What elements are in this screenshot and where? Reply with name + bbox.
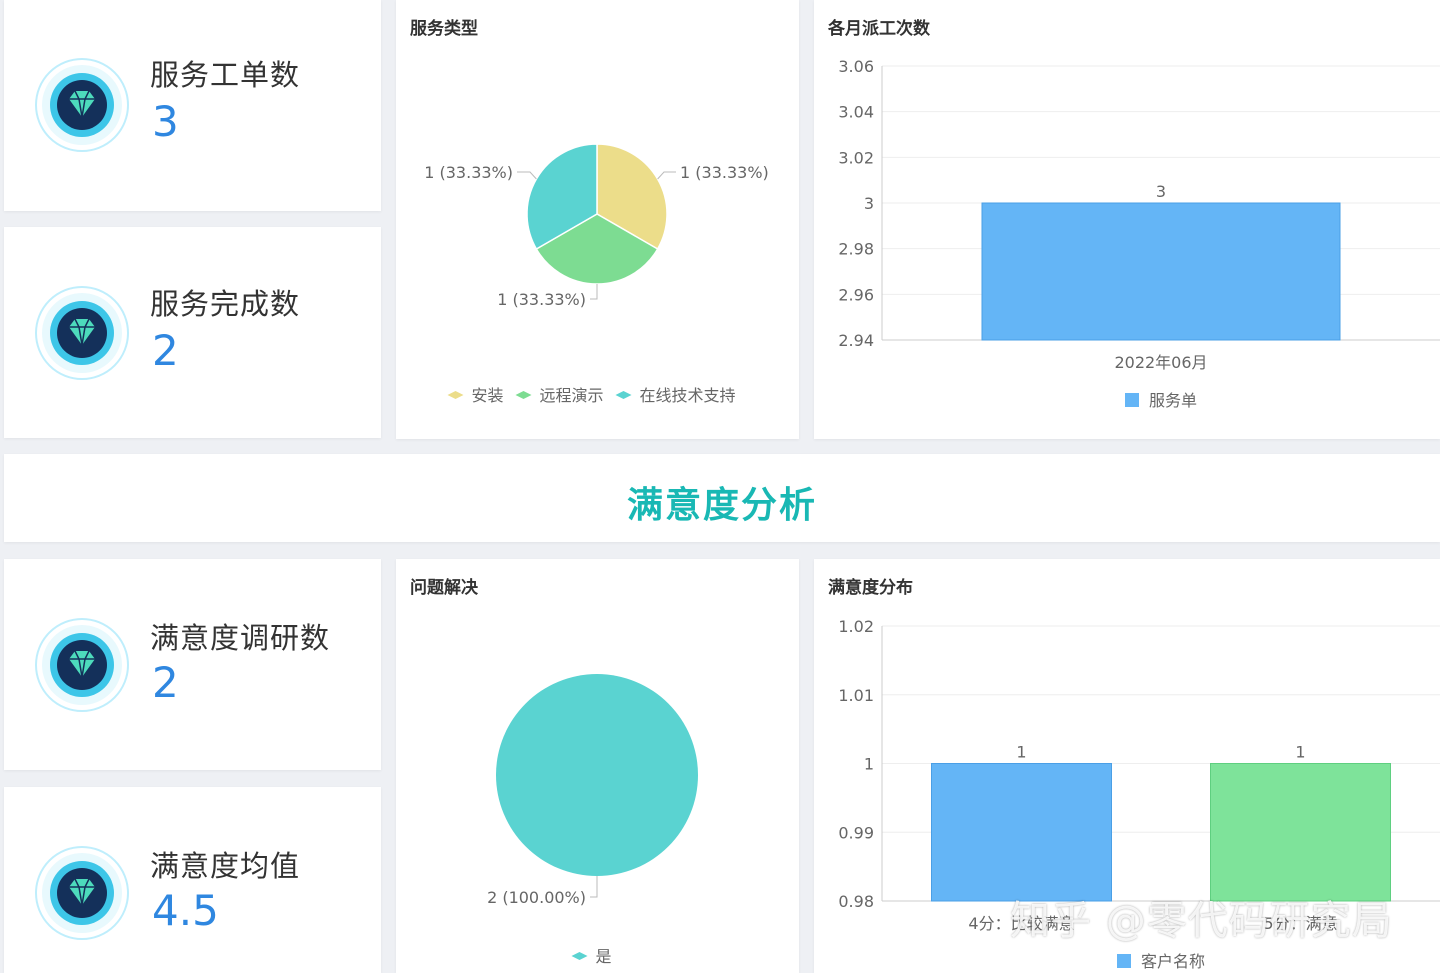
resolution-pie-chart: 2 (100.00%) 是	[487, 674, 698, 966]
diamond-icon	[35, 618, 129, 712]
kpi-title: 服务工单数	[150, 58, 301, 92]
y-tick-label: 3.02	[838, 148, 874, 167]
kpi-title: 满意度均值	[150, 849, 301, 883]
section-title: 满意度分析	[626, 485, 817, 526]
y-tick-label: 2.98	[838, 240, 874, 259]
data-label: 1	[1295, 743, 1305, 762]
legend-marker	[447, 391, 464, 399]
kpi-value: 2	[152, 326, 179, 375]
y-tick-label: 2.96	[838, 285, 874, 304]
bar[interactable]	[931, 763, 1112, 902]
legend-label[interactable]: 安装	[472, 386, 504, 405]
legend-marker	[1125, 393, 1139, 407]
kpi-card-average: 满意度均值 4.5	[4, 787, 381, 973]
bar[interactable]	[1210, 763, 1391, 902]
data-label: 1 (33.33%)	[497, 290, 586, 309]
kpi-title: 满意度调研数	[150, 621, 331, 655]
monthly-dispatch-bar-chart: 3.06 3.04 3.02 3 2.98 2.96 2.94 3 2022年06月服务单	[838, 57, 1440, 410]
legend-label[interactable]: 客户名称	[1141, 952, 1205, 971]
data-label: 1 (33.33%)	[424, 163, 513, 182]
y-tick-label: 1	[864, 755, 874, 774]
section-banner: 满意度分析	[4, 454, 1440, 542]
x-tick-label: 2022年06月	[1114, 353, 1207, 372]
label-leader-line	[590, 284, 598, 300]
kpi-card-surveys: 满意度调研数 2	[4, 559, 381, 770]
kpi-card-completed: 服务完成数 2	[4, 227, 381, 438]
diamond-icon	[35, 846, 129, 940]
legend-marker	[571, 952, 588, 960]
data-label: 1 (33.33%)	[680, 163, 769, 182]
legend-label[interactable]: 远程演示	[540, 386, 604, 405]
legend-marker	[515, 391, 532, 399]
y-tick-label: 3	[864, 194, 874, 213]
monthly-dispatch-card: 各月派工次数 3.06 3.04 3.02 3 2.98 2.96 2.94 3 2022年06…	[814, 0, 1440, 439]
label-leader-line	[590, 876, 598, 898]
y-tick-label: 3.06	[838, 57, 874, 76]
bar[interactable]	[981, 202, 1341, 341]
kpi-card-orders: 服务工单数 3	[4, 0, 381, 211]
y-tick-label: 0.99	[838, 823, 874, 842]
y-tick-label: 1.01	[838, 686, 874, 705]
diamond-icon	[35, 58, 129, 152]
data-label: 3	[1156, 182, 1166, 201]
y-tick-label: 3.04	[838, 103, 874, 122]
legend-marker	[1117, 954, 1131, 968]
watermark: 知乎 @零代码研究局	[1010, 898, 1393, 944]
kpi-value: 4.5	[152, 886, 219, 935]
service-type-pie-chart: 1 (33.33%) 1 (33.33%) 1 (33.33%) 安装 远程演示 在线技术…	[424, 143, 769, 405]
kpi-value: 3	[152, 97, 179, 146]
legend-label[interactable]: 在线技术支持	[640, 386, 736, 405]
y-tick-label: 0.98	[838, 892, 874, 911]
kpi-value: 2	[152, 658, 179, 707]
resolution-card: 问题解决 2 (100.00%) 是	[396, 559, 799, 973]
y-tick-label: 2.94	[838, 331, 874, 350]
legend-marker	[615, 391, 632, 399]
label-leader-line	[517, 171, 537, 180]
label-leader-line	[657, 171, 676, 180]
legend-label[interactable]: 服务单	[1149, 391, 1197, 410]
y-tick-label: 1.02	[838, 617, 874, 636]
diamond-icon	[35, 286, 129, 380]
legend-label[interactable]: 是	[596, 947, 612, 966]
pie-slice[interactable]	[496, 674, 698, 876]
service-type-card: 服务类型 1 (33.33%) 1 (33.33%) 1 (33.33%) 安装 远程演…	[396, 0, 799, 439]
data-label: 2 (100.00%)	[487, 888, 586, 907]
data-label: 1	[1016, 743, 1026, 762]
kpi-title: 服务完成数	[150, 287, 301, 321]
